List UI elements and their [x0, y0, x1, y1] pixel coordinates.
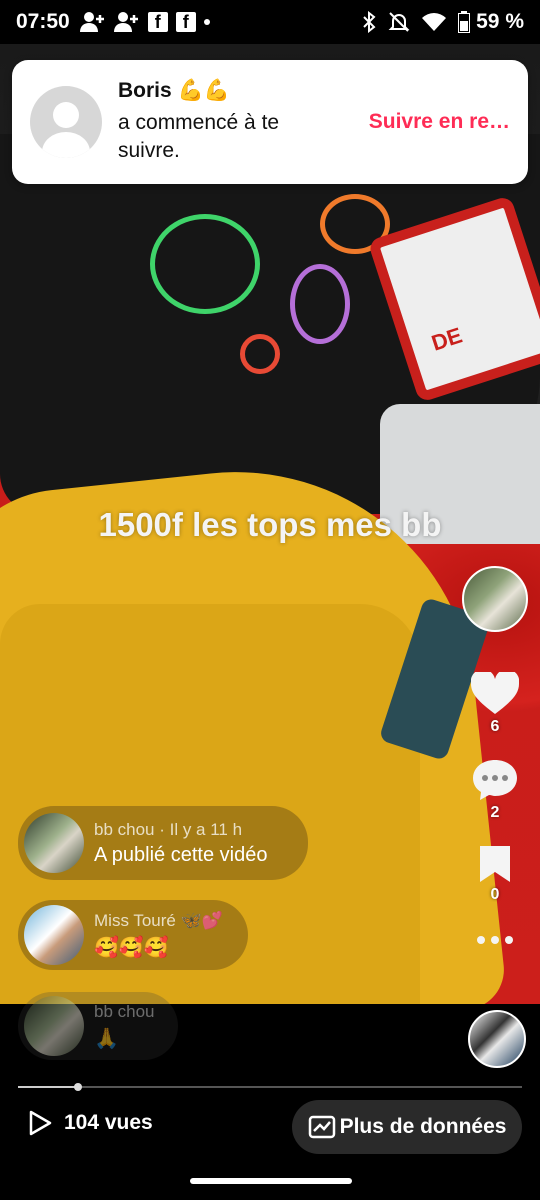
comment-item[interactable]: Miss Touré 🦋💕 🥰🥰🥰 — [18, 900, 248, 970]
comment-item[interactable]: bb chou · Il y a 11 h A publié cette vid… — [18, 806, 308, 880]
playback-scrubber-handle[interactable] — [74, 1083, 83, 1091]
video-frame-print — [240, 334, 280, 374]
status-system-icons: 59 % — [362, 10, 524, 34]
comment-avatar[interactable] — [24, 996, 84, 1056]
comment-text: 🥰🥰🥰 — [94, 936, 169, 959]
follow-back-button[interactable]: Suivre en re… — [369, 110, 510, 134]
comment-item[interactable]: bb chou 🙏 — [18, 992, 178, 1060]
views-label: 104 vues — [64, 1111, 153, 1134]
action-rail: 6 2 0 — [462, 566, 528, 946]
comment-meta: bb chou — [94, 1001, 155, 1021]
play-icon — [29, 1110, 52, 1136]
comment-avatar[interactable] — [24, 905, 84, 965]
more-notifications-dot-icon — [203, 19, 210, 25]
status-notification-icons: f f — [79, 11, 210, 33]
save-action[interactable]: 0 — [478, 844, 512, 904]
follow-notification[interactable]: Boris 💪💪 a commencé à te suivre. Suivre … — [12, 60, 528, 184]
notification-message: a commencé à te suivre. — [118, 111, 280, 162]
viewer-avatar[interactable] — [468, 1010, 526, 1068]
bookmark-icon[interactable] — [478, 844, 512, 884]
more-dots-icon[interactable] — [475, 934, 515, 946]
heart-icon[interactable] — [471, 672, 519, 716]
notification-avatar[interactable] — [30, 86, 102, 158]
playback-progress-bar[interactable] — [18, 1083, 522, 1091]
video-frame-print — [150, 214, 260, 314]
battery-indicator: 59 % — [458, 10, 524, 34]
save-count: 0 — [490, 886, 500, 903]
add-user-icon — [79, 12, 104, 32]
playback-progress-fill — [18, 1086, 79, 1088]
facebook-icon: f — [147, 12, 168, 32]
like-action[interactable]: 6 — [471, 672, 519, 736]
comment-meta: bb chou · Il y a 11 h — [94, 819, 243, 839]
battery-icon — [458, 11, 471, 33]
facebook-icon: f — [175, 12, 196, 32]
comment-text: 🙏 — [94, 1027, 119, 1050]
battery-percent: 59 % — [476, 10, 524, 33]
analytics-chart-icon — [308, 1115, 335, 1139]
comment-count: 2 — [490, 804, 500, 821]
more-options-button[interactable] — [475, 934, 515, 946]
views-button[interactable]: 104 vues — [28, 1110, 153, 1136]
mute-bell-icon — [388, 12, 410, 32]
bluetooth-icon — [363, 11, 376, 33]
comment-bubble-icon[interactable] — [472, 758, 518, 802]
add-user-icon — [113, 12, 138, 32]
video-frame-print — [290, 264, 350, 344]
wifi-icon — [422, 13, 447, 31]
comment-text: A publié cette vidéo — [94, 843, 268, 866]
status-time: 07:50 — [16, 10, 70, 33]
status-bar: 07:50 f f 59 % — [0, 0, 540, 44]
notification-text: Boris 💪💪 a commencé à te suivre. — [118, 79, 328, 165]
notification-user-name: Boris 💪💪 — [118, 79, 230, 102]
comment-meta: Miss Touré 🦋💕 — [94, 910, 223, 930]
comment-action[interactable]: 2 — [472, 758, 518, 822]
more-data-button[interactable]: Plus de données — [292, 1100, 522, 1154]
video-text-overlay: 1500f les tops mes bb — [98, 506, 442, 543]
creator-avatar[interactable] — [462, 566, 528, 632]
gesture-home-bar[interactable] — [190, 1178, 352, 1184]
like-count: 6 — [490, 718, 500, 735]
more-data-label: Plus de données — [339, 1115, 507, 1138]
comment-avatar[interactable] — [24, 813, 84, 873]
